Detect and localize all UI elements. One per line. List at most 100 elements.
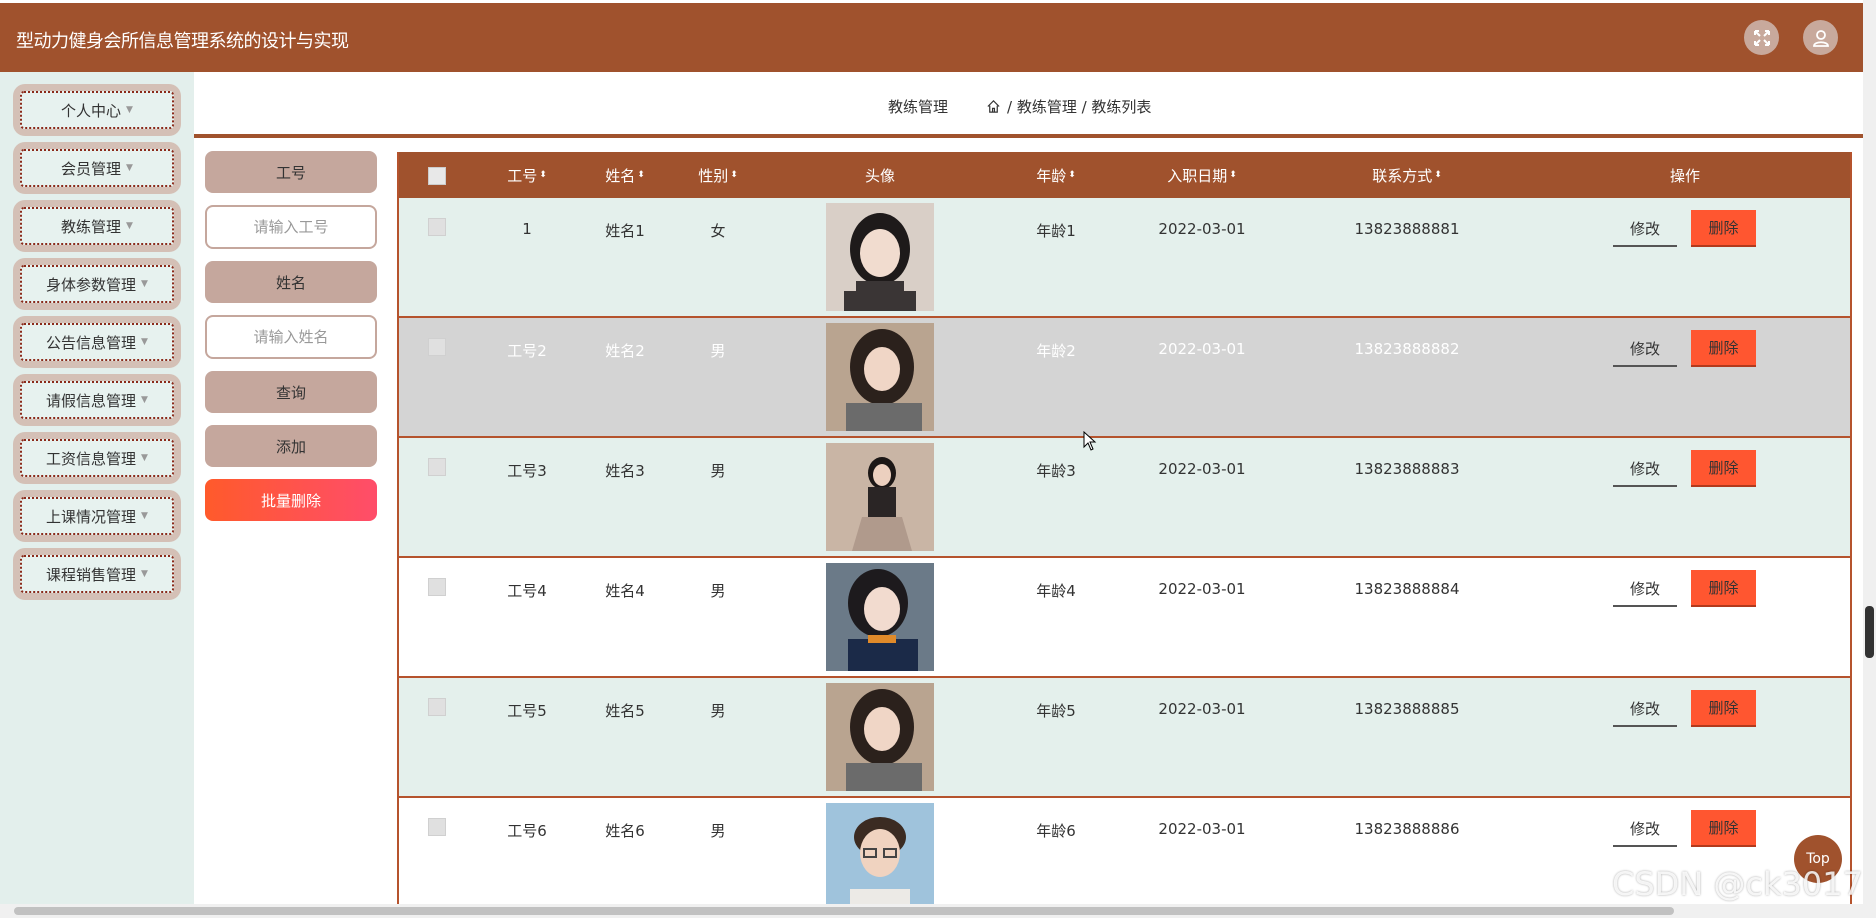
sidebar-item-label: 身体参数管理 [46,275,137,294]
cell-name: 姓名3 [605,462,645,480]
cell-gender: 男 [710,342,726,360]
add-button[interactable]: 添加 [205,425,377,467]
cell-contact: 13823888886 [1354,820,1460,838]
sidebar-item-label: 上课情况管理 [46,507,137,526]
avatar [826,443,934,551]
name-search-input[interactable] [205,315,377,359]
id-label: 工号 [205,151,377,193]
cell-age: 年龄1 [1036,222,1076,240]
coach-table: 工号 ⬍ 姓名 ⬍ 性别 ⬍ 头像 年龄 ⬍ 入职日期 ⬍ 联系方式 ⬍ 操作 1 姓名1 女年… [397,152,1852,904]
cell-id: 工号3 [507,462,547,480]
cell-hire-date: 2022-03-01 [1158,700,1246,718]
edit-button[interactable]: 修改 [1613,571,1677,607]
sort-icon: ⬍ [637,170,645,180]
delete-button[interactable]: 删除 [1691,810,1756,847]
sidebar-item-label: 个人中心 [61,101,122,120]
table-row[interactable]: 工号3 姓名3 男 年龄3 2022-03-01 13823888883 修改 删除 [399,438,1850,558]
caret-down-icon: ▼ [141,279,148,289]
delete-button[interactable]: 删除 [1691,570,1756,607]
caret-down-icon: ▼ [141,395,148,405]
top-header: 型动力健身会所信息管理系统的设计与实现 [0,3,1863,72]
vertical-scrollbar[interactable] [1863,0,1876,904]
cell-contact: 13823888883 [1354,460,1460,478]
caret-down-icon: ▼ [126,221,133,231]
sort-icon: ⬍ [539,170,547,180]
avatar [826,803,934,904]
sort-icon: ⬍ [1229,170,1237,180]
row-checkbox[interactable] [428,458,446,476]
edit-button[interactable]: 修改 [1613,691,1677,727]
sidebar-item-coach-management[interactable]: 教练管理 ▼ [13,200,181,252]
delete-button[interactable]: 删除 [1691,210,1756,247]
cell-id: 工号4 [507,582,547,600]
cell-id: 工号2 [507,342,547,360]
row-checkbox[interactable] [428,578,446,596]
caret-down-icon: ▼ [126,163,133,173]
edit-button[interactable]: 修改 [1613,211,1677,247]
id-search-input[interactable] [205,205,377,249]
user-button[interactable] [1803,20,1838,55]
column-header-hire-date[interactable]: 入职日期 ⬍ [1167,165,1237,186]
sidebar-item-body-params[interactable]: 身体参数管理 ▼ [13,258,181,310]
cell-gender: 女 [710,222,726,240]
column-header-name[interactable]: 姓名 ⬍ [605,165,645,186]
edit-button[interactable]: 修改 [1613,811,1677,847]
avatar [826,323,934,431]
sidebar-item-salary[interactable]: 工资信息管理 ▼ [13,432,181,484]
batch-delete-button[interactable]: 批量删除 [205,479,377,521]
delete-button[interactable]: 删除 [1691,330,1756,367]
sidebar-item-class-status[interactable]: 上课情况管理 ▼ [13,490,181,542]
sort-icon: ⬍ [1434,170,1442,180]
row-checkbox[interactable] [428,698,446,716]
column-header-contact[interactable]: 联系方式 ⬍ [1372,165,1442,186]
delete-button[interactable]: 删除 [1691,450,1756,487]
edit-button[interactable]: 修改 [1613,331,1677,367]
user-icon [1812,29,1829,47]
sidebar-item-member-management[interactable]: 会员管理 ▼ [13,142,181,194]
avatar [826,563,934,671]
sidebar-item-label: 教练管理 [61,217,122,236]
table-row[interactable]: 工号4 姓名4 男 年龄4 2022-03-01 13823888884 修改 删除 [399,558,1850,678]
scrollbar-thumb[interactable] [14,907,1674,915]
mouse-cursor [1083,430,1097,455]
search-panel: 工号 姓名 查询 添加 批量删除 [205,151,377,533]
sidebar-item-leave[interactable]: 请假信息管理 ▼ [13,374,181,426]
table-row[interactable]: 1 姓名1 女 年龄1 2022-03-01 13823888881 修改 删除 [399,198,1850,318]
row-checkbox[interactable] [428,338,446,356]
caret-down-icon: ▼ [126,105,133,115]
fullscreen-icon [1753,29,1770,46]
column-header-gender[interactable]: 性别 ⬍ [698,165,738,186]
cell-age: 年龄6 [1036,822,1076,840]
scrollbar-thumb[interactable] [1865,606,1874,658]
cell-name: 姓名2 [605,342,645,360]
sidebar-item-label: 工资信息管理 [46,449,137,468]
cell-id: 1 [522,220,532,238]
avatar [826,203,934,311]
select-all-checkbox[interactable] [428,167,446,185]
cell-id: 工号5 [507,702,547,720]
sidebar-item-label: 会员管理 [61,159,122,178]
cell-name: 姓名5 [605,702,645,720]
cell-age: 年龄3 [1036,462,1076,480]
page-title: 教练管理 [888,98,949,116]
column-header-age[interactable]: 年龄 ⬍ [1036,165,1076,186]
query-button[interactable]: 查询 [205,371,377,413]
caret-down-icon: ▼ [141,453,148,463]
cell-gender: 男 [710,822,726,840]
cell-age: 年龄2 [1036,342,1076,360]
sort-icon: ⬍ [1068,170,1076,180]
sidebar-item-announcements[interactable]: 公告信息管理 ▼ [13,316,181,368]
sidebar-item-personal-center[interactable]: 个人中心 ▼ [13,84,181,136]
column-header-id[interactable]: 工号 ⬍ [507,165,547,186]
delete-button[interactable]: 删除 [1691,690,1756,727]
horizontal-scrollbar[interactable] [0,904,1876,918]
row-checkbox[interactable] [428,818,446,836]
edit-button[interactable]: 修改 [1613,451,1677,487]
home-icon[interactable] [986,99,1001,114]
row-checkbox[interactable] [428,218,446,236]
cell-hire-date: 2022-03-01 [1158,340,1246,358]
fullscreen-button[interactable] [1744,20,1779,55]
table-row[interactable]: 工号2 姓名2 男 年龄2 2022-03-01 13823888882 修改 删除 [399,318,1850,438]
sidebar-item-course-sales[interactable]: 课程销售管理 ▼ [13,548,181,600]
table-row[interactable]: 工号5 姓名5 男 年龄5 2022-03-01 13823888885 修改 删除 [399,678,1850,798]
